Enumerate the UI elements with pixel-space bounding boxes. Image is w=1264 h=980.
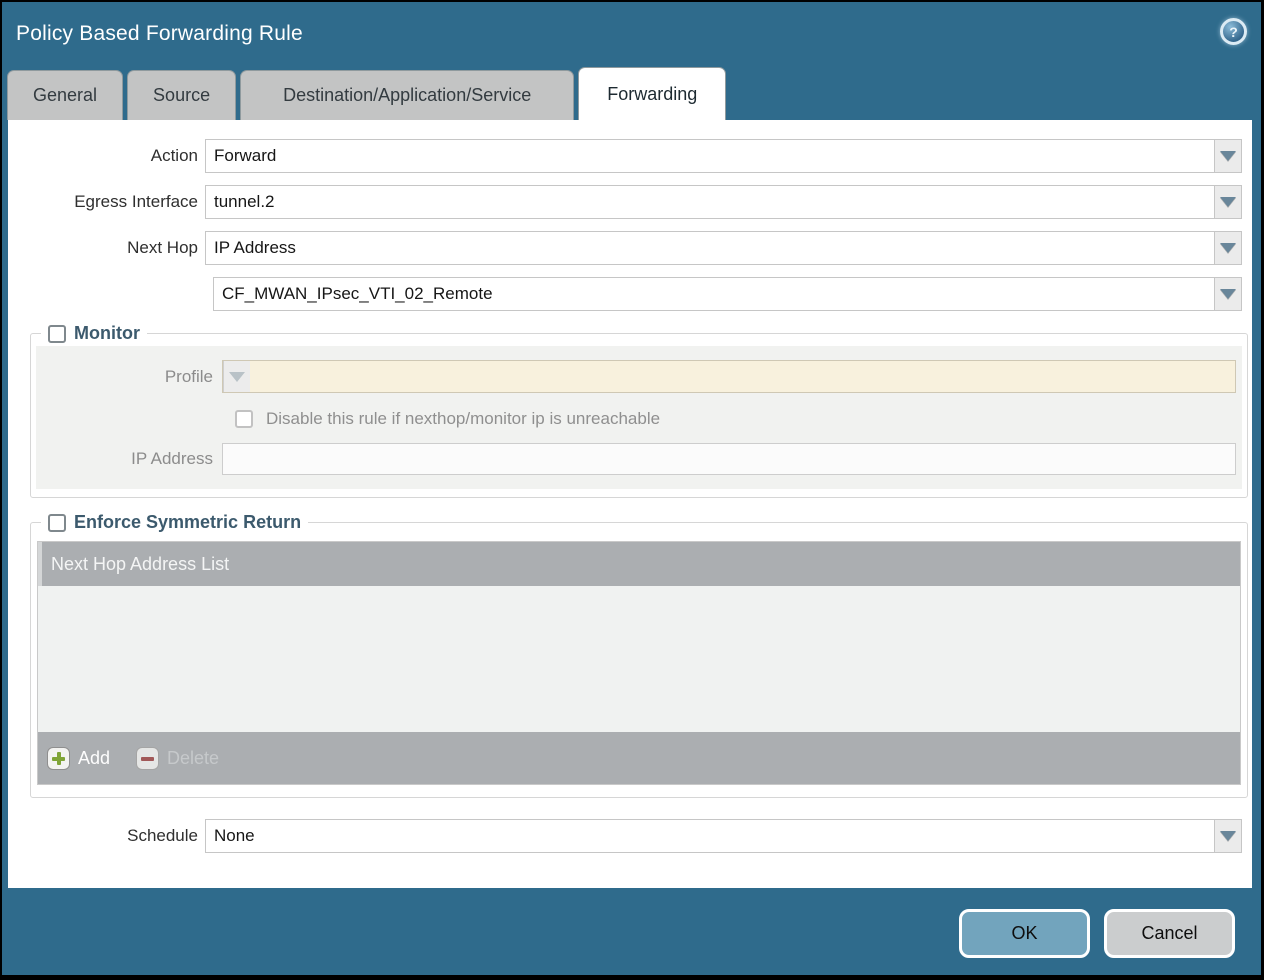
next-hop-address-dropdown-button[interactable] — [1214, 278, 1241, 310]
action-dropdown[interactable]: Forward — [205, 139, 1242, 173]
next-hop-type-dropdown[interactable]: IP Address — [205, 231, 1242, 265]
enforce-symmetric-return-checkbox[interactable] — [48, 514, 66, 532]
profile-row: Profile — [42, 360, 1236, 393]
help-icon[interactable]: ? — [1220, 18, 1247, 45]
chevron-down-icon — [1220, 197, 1236, 207]
next-hop-address-dropdown[interactable]: CF_MWAN_IPsec_VTI_02_Remote — [213, 277, 1242, 311]
tab-source-label: Source — [153, 85, 210, 106]
next-hop-address-list-toolbar: Add Delete — [38, 732, 1240, 784]
disable-rule-checkbox — [235, 410, 253, 428]
monitor-legend-label: Monitor — [74, 323, 140, 344]
minus-icon — [136, 747, 159, 770]
schedule-dropdown-button[interactable] — [1214, 820, 1241, 852]
enforce-symmetric-return-legend-label: Enforce Symmetric Return — [74, 512, 301, 533]
add-button[interactable]: Add — [47, 747, 110, 770]
dialog-title: Policy Based Forwarding Rule — [16, 22, 303, 46]
disable-rule-row: Disable this rule if nexthop/monitor ip … — [235, 409, 1236, 429]
next-hop-address-value: CF_MWAN_IPsec_VTI_02_Remote — [214, 278, 1214, 310]
monitor-ip-address-row: IP Address — [42, 443, 1236, 475]
enforce-symmetric-return-fieldset: Enforce Symmetric Return Next Hop Addres… — [30, 512, 1248, 798]
schedule-value: None — [206, 820, 1214, 852]
tab-source[interactable]: Source — [127, 70, 236, 120]
action-row: Action Forward — [8, 139, 1252, 173]
next-hop-label: Next Hop — [8, 238, 205, 258]
next-hop-address-row: CF_MWAN_IPsec_VTI_02_Remote — [8, 277, 1252, 311]
monitor-ip-address-input — [222, 443, 1236, 475]
tab-general-label: General — [33, 85, 97, 106]
chevron-down-icon — [1220, 151, 1236, 161]
action-label: Action — [8, 146, 205, 166]
tab-general[interactable]: General — [7, 70, 123, 120]
tab-forwarding[interactable]: Forwarding — [578, 67, 726, 120]
monitor-fieldset: Monitor Profile Disable this rule if nex… — [30, 323, 1248, 498]
schedule-dropdown[interactable]: None — [205, 819, 1242, 853]
dialog-footer: OK Cancel — [2, 888, 1261, 975]
chevron-down-icon — [1220, 289, 1236, 299]
egress-interface-dropdown-button[interactable] — [1214, 186, 1241, 218]
next-hop-row: Next Hop IP Address — [8, 231, 1252, 265]
disable-rule-label: Disable this rule if nexthop/monitor ip … — [266, 409, 660, 429]
next-hop-address-list-header-label: Next Hop Address List — [51, 554, 229, 575]
schedule-row: Schedule None — [8, 819, 1252, 853]
monitor-panel: Profile Disable this rule if nexthop/mon… — [36, 346, 1242, 489]
action-value: Forward — [206, 140, 1214, 172]
egress-interface-value: tunnel.2 — [206, 186, 1214, 218]
dialog-titlebar: Policy Based Forwarding Rule ? — [2, 2, 1261, 66]
monitor-ip-address-label: IP Address — [42, 449, 222, 469]
action-dropdown-button[interactable] — [1214, 140, 1241, 172]
monitor-legend: Monitor — [41, 323, 147, 344]
next-hop-type-value: IP Address — [206, 232, 1214, 264]
tab-destination-application-service[interactable]: Destination/Application/Service — [240, 70, 574, 120]
tab-bar: General Source Destination/Application/S… — [2, 66, 1261, 120]
pbf-rule-dialog: Policy Based Forwarding Rule ? General S… — [0, 0, 1264, 980]
egress-interface-label: Egress Interface — [8, 192, 205, 212]
delete-button-label: Delete — [167, 748, 219, 769]
monitor-checkbox[interactable] — [48, 325, 66, 343]
help-icon-glyph: ? — [1229, 25, 1238, 39]
profile-label: Profile — [42, 367, 222, 387]
forwarding-tab-panel: Action Forward Egress Interface tunnel.2… — [8, 120, 1252, 888]
plus-icon — [47, 747, 70, 770]
cancel-button[interactable]: Cancel — [1104, 909, 1235, 958]
chevron-down-icon — [1220, 243, 1236, 253]
tab-destination-application-service-label: Destination/Application/Service — [283, 85, 531, 106]
ok-button-label: OK — [1011, 923, 1037, 944]
schedule-label: Schedule — [8, 826, 205, 846]
ok-button[interactable]: OK — [959, 909, 1090, 958]
add-button-label: Add — [78, 748, 110, 769]
next-hop-address-list-table: Next Hop Address List Add Delete — [37, 541, 1241, 785]
cancel-button-label: Cancel — [1141, 923, 1197, 944]
next-hop-address-list-header: Next Hop Address List — [38, 542, 1240, 586]
profile-dropdown — [222, 360, 1236, 393]
next-hop-type-dropdown-button[interactable] — [1214, 232, 1241, 264]
enforce-symmetric-return-legend: Enforce Symmetric Return — [41, 512, 308, 533]
tab-forwarding-label: Forwarding — [607, 84, 697, 105]
chevron-down-icon — [229, 372, 245, 382]
next-hop-address-list-body[interactable] — [38, 586, 1240, 732]
chevron-down-icon — [1220, 831, 1236, 841]
egress-interface-row: Egress Interface tunnel.2 — [8, 185, 1252, 219]
delete-button: Delete — [136, 747, 219, 770]
profile-dropdown-button — [223, 361, 250, 392]
egress-interface-dropdown[interactable]: tunnel.2 — [205, 185, 1242, 219]
